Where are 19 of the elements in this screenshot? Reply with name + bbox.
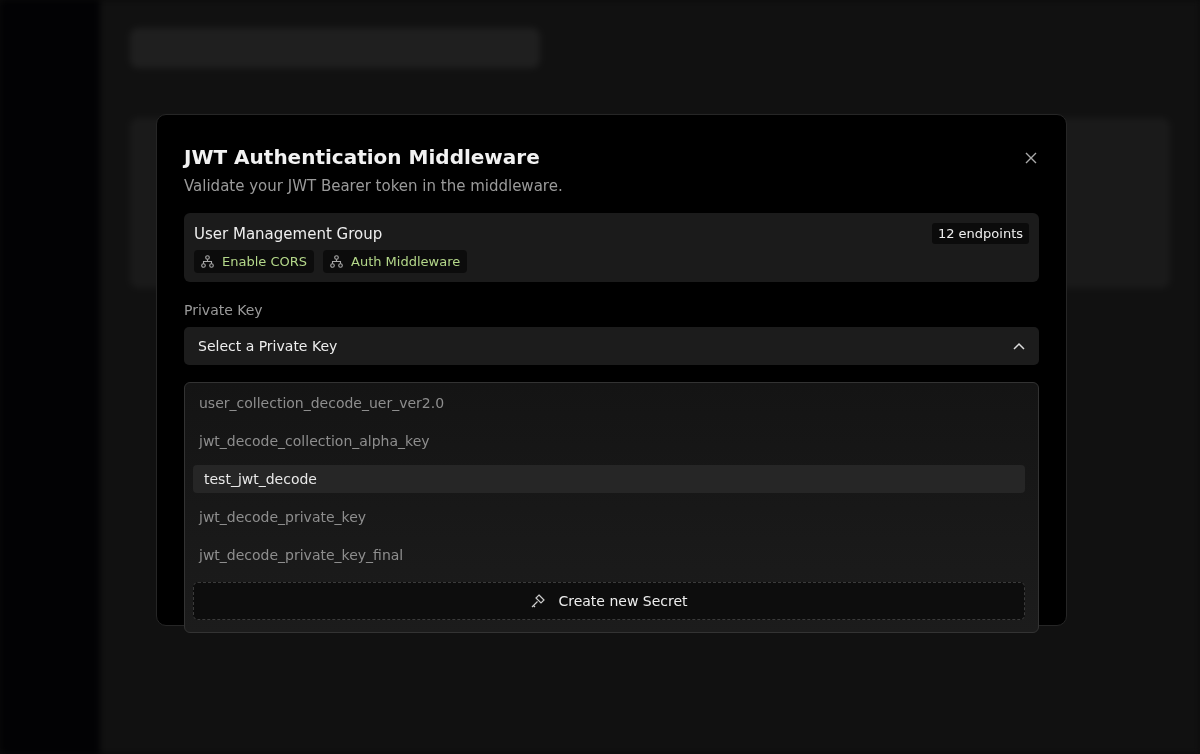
key-icon	[530, 593, 547, 609]
modal-subtitle: Validate your JWT Bearer token in the middleware.	[184, 177, 564, 195]
hierarchy-icon	[201, 255, 214, 268]
private-key-select[interactable]: Select a Private Key	[184, 327, 1039, 365]
hierarchy-icon	[330, 255, 343, 268]
middleware-tag: Enable CORS	[194, 250, 314, 273]
dropdown-option[interactable]: jwt_decode_collection_alpha_key	[193, 427, 1025, 455]
close-icon[interactable]	[1024, 151, 1038, 165]
dropdown-option[interactable]: user_collection_decode_uer_ver2.0	[193, 389, 1025, 417]
create-secret-button[interactable]: Create new Secret	[193, 582, 1025, 620]
group-name: User Management Group	[194, 224, 383, 243]
middleware-tag: Auth Middleware	[323, 250, 468, 273]
dropdown-option[interactable]: jwt_decode_private_key_final	[193, 541, 1025, 569]
endpoint-count: 12 endpoints	[931, 223, 1029, 244]
modal-title: JWT Authentication Middleware	[184, 145, 540, 169]
dropdown-option[interactable]: jwt_decode_private_key	[193, 503, 1025, 531]
field-label: Private Key	[184, 302, 264, 318]
chevron-icon	[1013, 342, 1025, 350]
dropdown-option[interactable]: test_jwt_decode	[193, 465, 1025, 493]
